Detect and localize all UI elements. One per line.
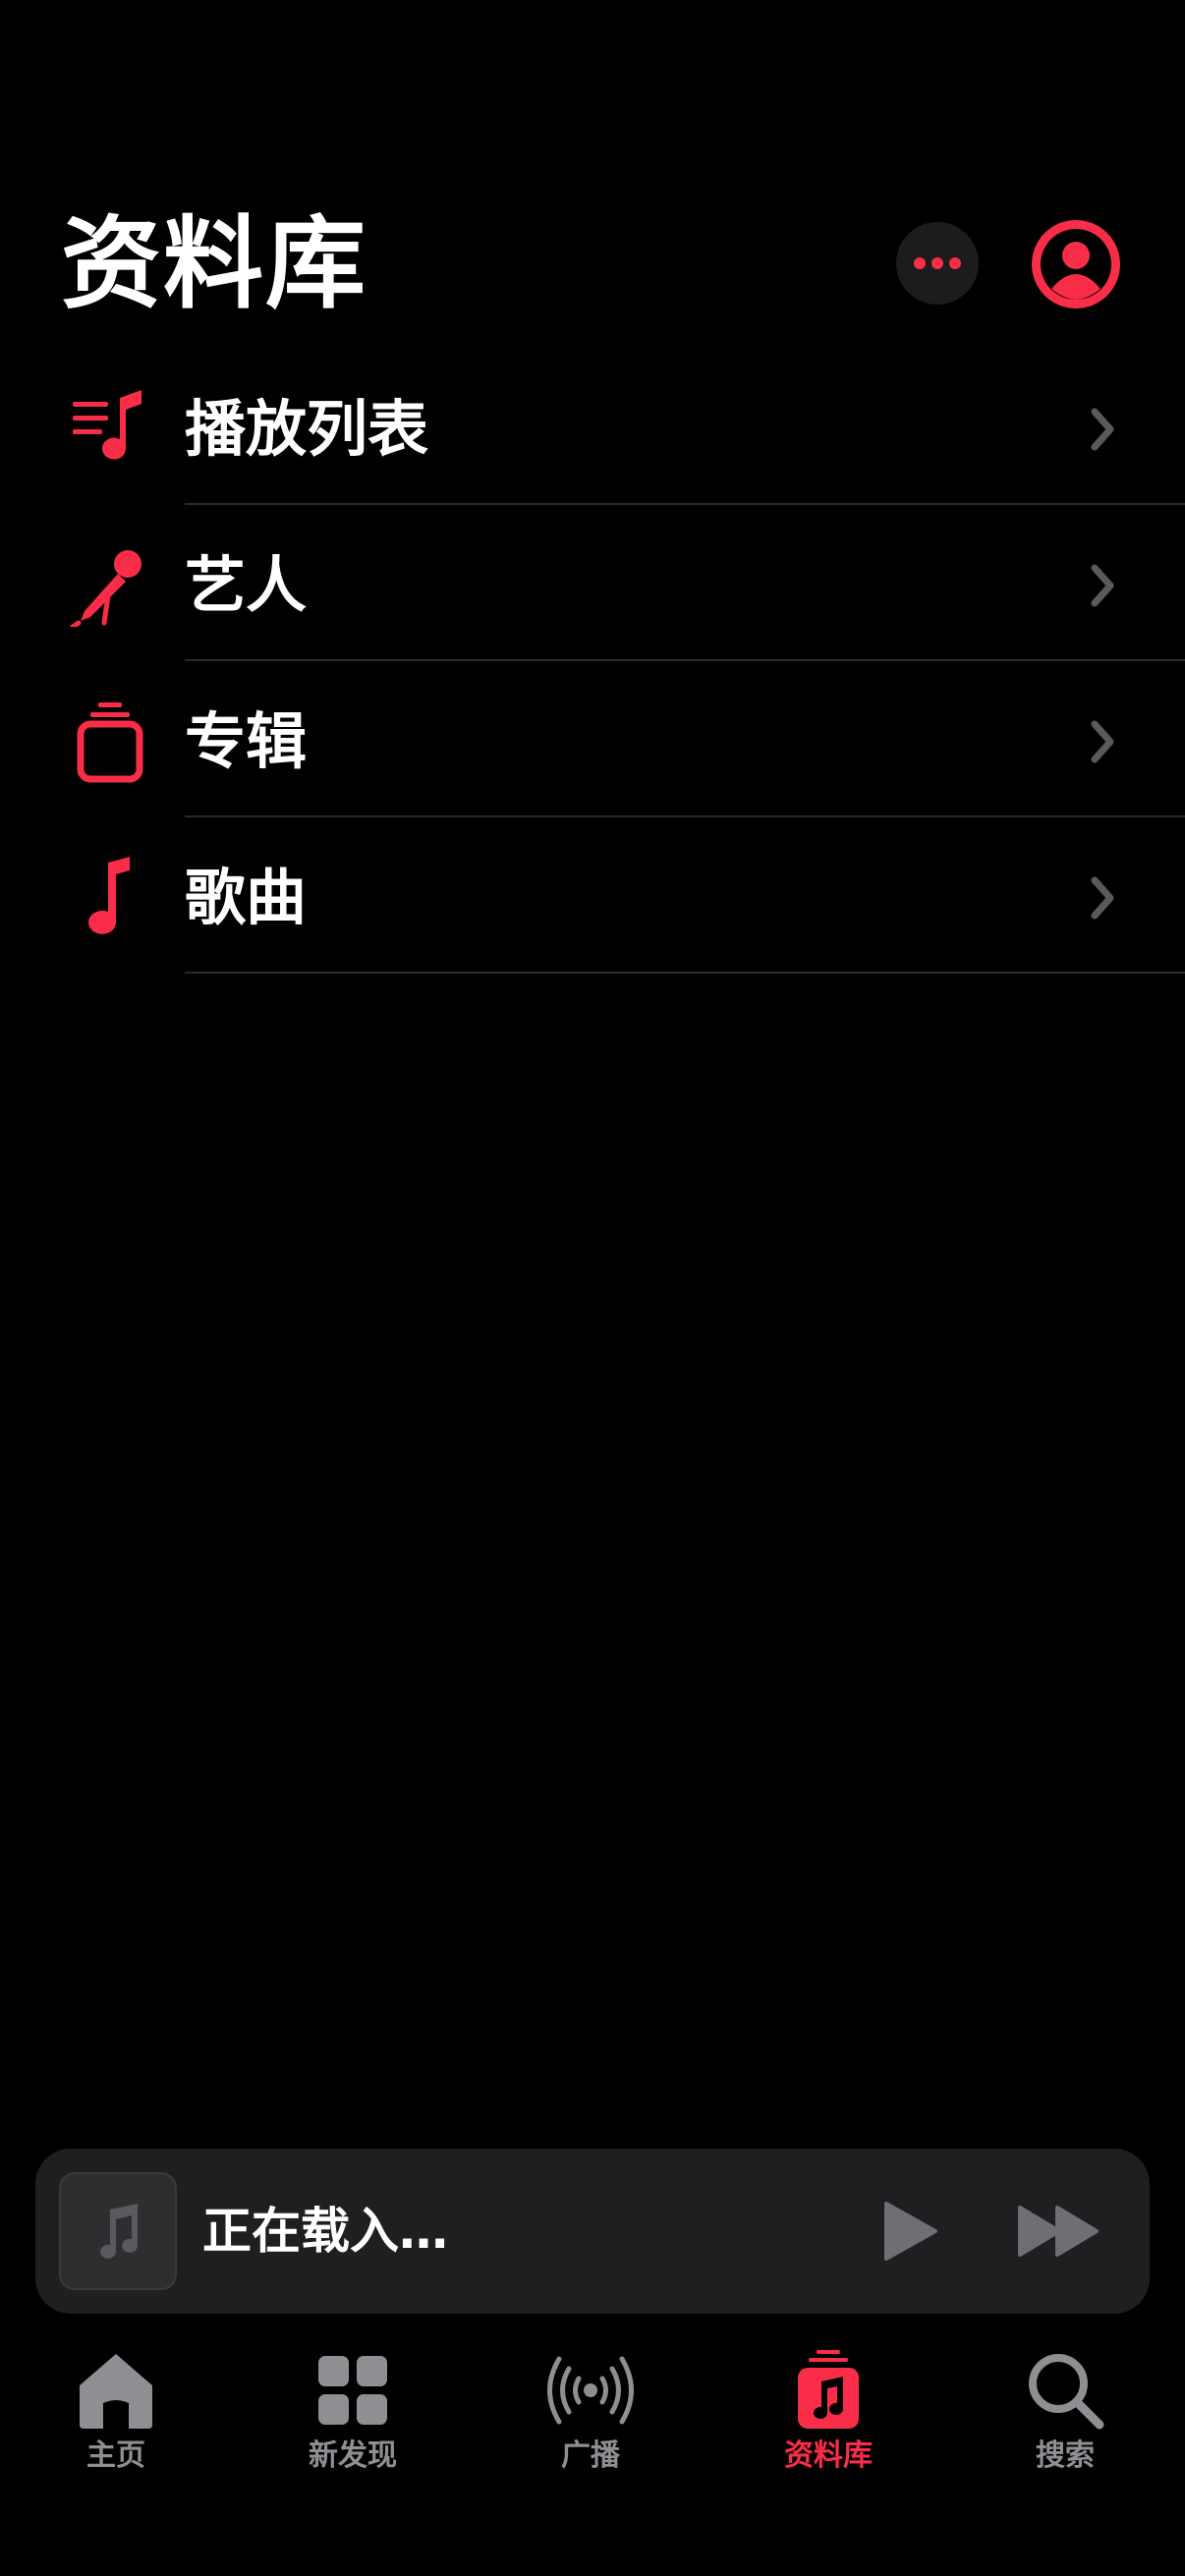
tab-home[interactable]: 主页: [18, 2338, 214, 2495]
album-artwork-placeholder: [59, 2172, 177, 2290]
tab-label: 主页: [86, 2438, 145, 2473]
library-item-label: 播放列表: [185, 393, 429, 465]
account-circle-icon: [1032, 220, 1120, 308]
ellipsis-icon: [914, 257, 961, 269]
library-item-artists[interactable]: 艺人: [0, 505, 1185, 661]
library-item-label: 艺人: [185, 549, 308, 621]
tab-bar: 主页 新发现 广播 资料库 搜索: [0, 2338, 1185, 2576]
library-item-albums[interactable]: 专辑: [0, 661, 1185, 817]
grid-icon: [318, 2356, 387, 2425]
library-item-playlists[interactable]: 播放列表: [0, 349, 1185, 505]
mini-player[interactable]: 正在载入…: [35, 2149, 1150, 2314]
tab-library[interactable]: 资料库: [730, 2338, 927, 2495]
chevron-right-icon: [1091, 564, 1114, 607]
tab-label: 新发现: [309, 2438, 397, 2473]
fast-forward-icon[interactable]: [1016, 2204, 1100, 2259]
library-item-songs[interactable]: 歌曲: [0, 817, 1185, 974]
playlist-icon: [73, 390, 141, 460]
music-note-icon: [100, 2204, 139, 2259]
home-icon: [80, 2354, 152, 2429]
chevron-right-icon: [1091, 408, 1114, 451]
more-button[interactable]: [896, 222, 979, 305]
tab-browse[interactable]: 新发现: [254, 2338, 451, 2495]
page-title: 资料库: [61, 206, 367, 323]
now-playing-title: 正在载入…: [202, 2203, 448, 2260]
microphone-icon: [70, 550, 141, 627]
library-item-label: 歌曲: [185, 862, 308, 933]
library-item-label: 专辑: [185, 705, 308, 777]
header: 资料库: [0, 0, 1185, 354]
music-note-icon: [88, 857, 130, 934]
account-button[interactable]: [1032, 220, 1120, 308]
radio-broadcast-icon: [547, 2356, 634, 2425]
tab-radio[interactable]: 广播: [492, 2338, 689, 2495]
tab-label: 资料库: [784, 2438, 873, 2473]
tab-search[interactable]: 搜索: [967, 2338, 1163, 2495]
chevron-right-icon: [1091, 720, 1114, 763]
chevron-right-icon: [1091, 876, 1114, 920]
library-list: 播放列表 艺人 专辑 歌曲: [0, 349, 1185, 974]
play-icon[interactable]: [880, 2200, 939, 2263]
tab-label: 广播: [561, 2438, 620, 2473]
tab-label: 搜索: [1036, 2438, 1095, 2473]
album-stack-icon: [77, 702, 143, 783]
divider: [185, 972, 1185, 974]
search-icon: [1029, 2354, 1104, 2430]
library-icon: [798, 2350, 859, 2429]
